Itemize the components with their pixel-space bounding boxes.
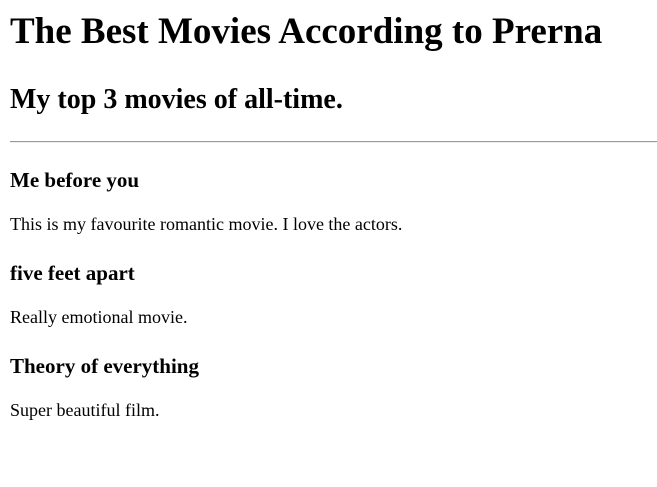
movie-description: Super beautiful film.	[10, 400, 160, 420]
movie-list: Me before you This is my favourite roman…	[10, 167, 657, 421]
divider	[10, 141, 657, 143]
movie-description: This is my favourite romantic movie. I l…	[10, 214, 403, 234]
page: The Best Movies According to Prerna My t…	[0, 10, 657, 421]
page-subtitle: My top 3 movies of all-time.	[10, 84, 343, 115]
movie-title: Me before you	[10, 168, 140, 192]
movie-title: five feet apart	[10, 261, 135, 285]
movie-description: Really emotional movie.	[10, 307, 188, 327]
movie-item: Me before you This is my favourite roman…	[10, 167, 657, 235]
movie-item: five feet apart Really emotional movie.	[10, 260, 657, 328]
page-title: The Best Movies According to Prerna	[10, 11, 603, 52]
movie-item: Theory of everything Super beautiful fil…	[10, 353, 657, 421]
movie-title: Theory of everything	[10, 354, 199, 378]
